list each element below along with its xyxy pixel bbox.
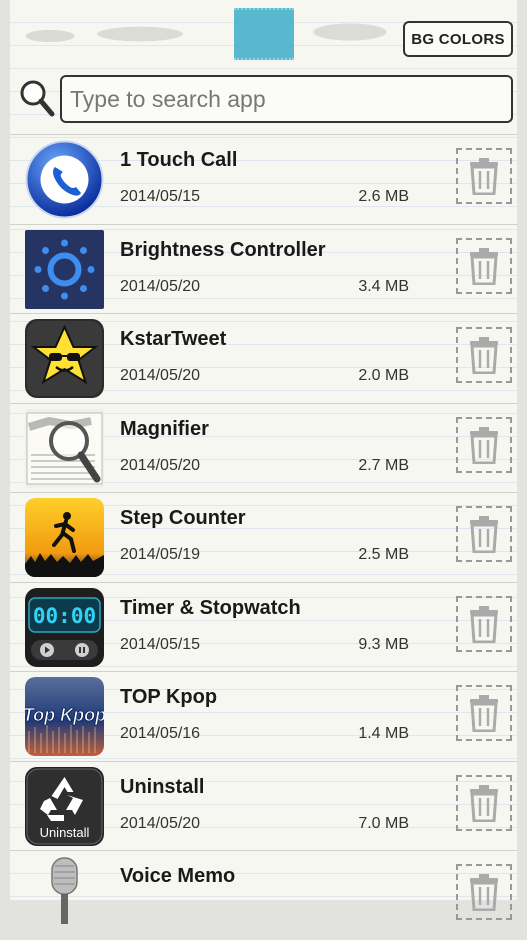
app-name: Uninstall <box>120 775 205 798</box>
app-date: 2014/05/19 <box>120 546 201 563</box>
runner-icon <box>25 498 104 577</box>
uninstall-button[interactable] <box>456 416 512 473</box>
tape-decoration <box>234 8 294 60</box>
phone-icon <box>25 140 104 219</box>
list-item[interactable]: KstarTweet 2014/05/20 2.0 MB <box>10 313 517 403</box>
uninstall-button[interactable] <box>456 327 512 383</box>
app-date: 2014/05/15 <box>120 635 201 653</box>
app-size: 9.3 MB <box>358 635 409 653</box>
uninstall-button[interactable] <box>456 774 512 831</box>
trash-icon <box>470 516 498 553</box>
microphone-icon <box>25 856 104 935</box>
app-name: Voice Memo <box>120 865 236 887</box>
trash-icon <box>470 247 498 285</box>
trash-icon <box>470 426 498 464</box>
app-name: Brightness Controller <box>120 238 326 261</box>
list-item[interactable]: Voice Memo <box>10 850 517 940</box>
top-kpop-logo-text: Top Kpop <box>25 705 104 725</box>
uninstall-button[interactable] <box>456 237 512 294</box>
list-item[interactable]: Brightness Controller 2014/05/20 3.4 MB <box>10 223 517 314</box>
list-item[interactable]: Top Kpop TOP Kpop 2014/05/16 1.4 MB <box>10 671 517 761</box>
app-size: 2.0 MB <box>358 367 409 384</box>
app-name: Step Counter <box>120 507 246 529</box>
app-date: 2014/05/20 <box>120 367 201 384</box>
trash-icon <box>470 605 498 643</box>
trash-icon <box>470 337 498 374</box>
recycle-icon: Uninstall <box>25 766 104 846</box>
trash-icon <box>470 784 498 822</box>
uninstall-button[interactable] <box>456 595 512 652</box>
uninstall-logo-text: Uninstall <box>40 825 90 840</box>
timer-icon: 00:00 <box>25 587 104 667</box>
timer-display: 00:00 <box>33 604 96 628</box>
app-date: 2014/05/20 <box>120 814 201 832</box>
list-item[interactable]: Magnifier 2014/05/20 2.7 MB <box>10 402 517 493</box>
top-kpop-icon: Top Kpop <box>25 677 104 756</box>
list-item[interactable]: Uninstall Uninstall 2014/05/20 7.0 MB <box>10 760 517 851</box>
uninstall-button[interactable] <box>456 864 512 920</box>
brightness-icon <box>25 229 104 309</box>
app-size: 2.6 MB <box>358 188 409 205</box>
app-size: 2.7 MB <box>358 456 409 474</box>
scribble-decoration <box>20 12 420 48</box>
uninstall-button[interactable] <box>456 685 512 741</box>
app-list: 1 Touch Call 2014/05/15 2.6 MB Brightnes… <box>10 134 517 940</box>
star-sunglasses-icon <box>25 319 104 398</box>
app-date: 2014/05/20 <box>120 277 201 295</box>
app-name: KstarTweet <box>120 328 227 350</box>
app-name: TOP Kpop <box>120 686 218 708</box>
app-name: Timer & Stopwatch <box>120 596 301 619</box>
search-input[interactable]: Type to search app <box>60 75 513 123</box>
search-icon[interactable] <box>18 78 56 118</box>
trash-icon <box>470 695 498 732</box>
list-item[interactable]: Step Counter 2014/05/19 2.5 MB <box>10 492 517 582</box>
uninstall-button[interactable] <box>456 506 512 562</box>
app-date: 2014/05/20 <box>120 456 201 474</box>
trash-icon <box>470 874 498 911</box>
app-name: 1 Touch Call <box>120 149 238 171</box>
app-date: 2014/05/16 <box>120 725 201 742</box>
app-size: 7.0 MB <box>358 814 409 832</box>
app-size: 3.4 MB <box>358 277 409 295</box>
uninstall-button[interactable] <box>456 148 512 204</box>
app-name: Magnifier <box>120 417 209 440</box>
app-date: 2014/05/15 <box>120 188 201 205</box>
bg-colors-button[interactable]: BG COLORS <box>403 21 513 57</box>
list-item[interactable]: 1 Touch Call 2014/05/15 2.6 MB <box>10 134 517 224</box>
list-item[interactable]: 00:00 Timer & Stopwatch 2014/05/15 9.3 M… <box>10 581 517 672</box>
app-size: 1.4 MB <box>358 725 409 742</box>
app-size: 2.5 MB <box>358 546 409 563</box>
magnifier-news-icon <box>25 408 104 488</box>
trash-icon <box>470 158 498 195</box>
